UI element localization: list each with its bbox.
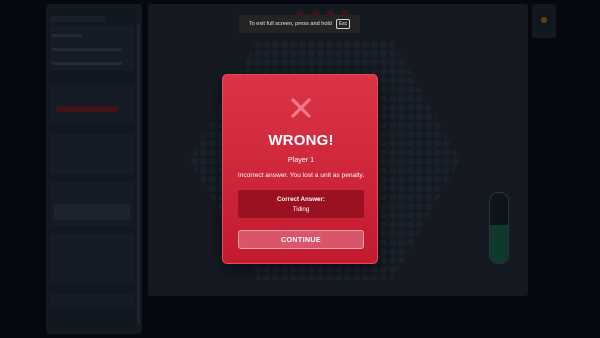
wrong-answer-modal: WRONG! Player 1 Incorrect answer. You lo…	[222, 74, 378, 264]
modal-message: Incorrect answer. You lost a unit as pen…	[237, 172, 365, 179]
continue-button[interactable]: CONTINUE	[238, 230, 364, 249]
close-x-icon	[291, 98, 311, 118]
correct-answer-label: Correct Answer:	[277, 196, 325, 203]
modal-title: WRONG!	[268, 132, 334, 149]
fullscreen-hint-key: Esc	[335, 19, 351, 29]
correct-answer-box: Correct Answer: Tiding	[238, 190, 364, 218]
modal-player: Player 1	[287, 155, 315, 164]
correct-answer-value: Tiding	[292, 206, 310, 213]
fullscreen-hint-text: To exit full screen, press and hold	[248, 21, 332, 27]
fullscreen-hint-toast: To exit full screen, press and hold Esc	[239, 15, 360, 33]
